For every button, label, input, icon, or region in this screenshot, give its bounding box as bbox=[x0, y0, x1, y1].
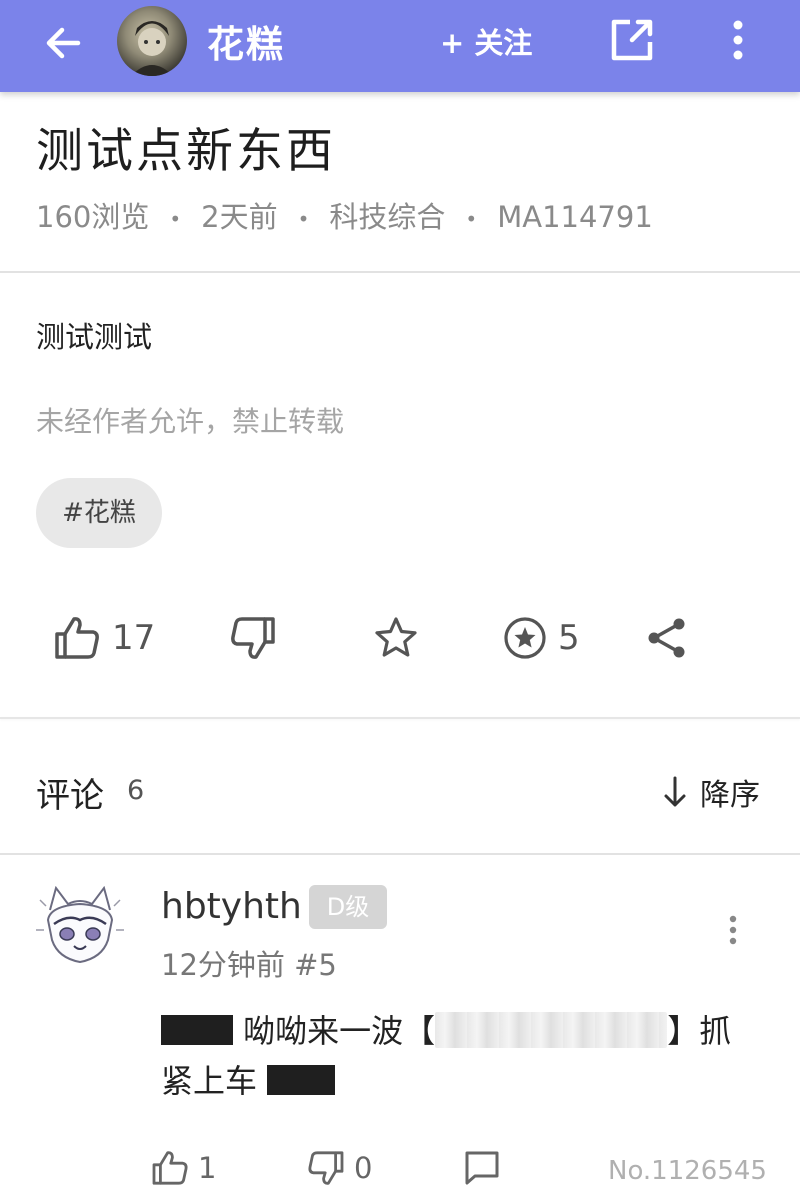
dislike-action[interactable] bbox=[228, 610, 278, 666]
follow-button[interactable]: + 关注 bbox=[440, 20, 532, 62]
comment-number: No.1126545 bbox=[608, 1156, 767, 1186]
view-count: 160浏览 bbox=[36, 200, 150, 234]
comment-dislike-count: 0 bbox=[354, 1151, 373, 1185]
comments-heading: 评论 bbox=[36, 776, 104, 816]
post-title: 测试点新东西 bbox=[36, 124, 336, 179]
star-outline-icon bbox=[375, 617, 417, 657]
favorite-action[interactable] bbox=[372, 610, 420, 666]
like-count: 17 bbox=[112, 618, 156, 658]
share-action[interactable] bbox=[644, 610, 690, 666]
coin-count: 5 bbox=[558, 618, 580, 658]
thumb-down-icon bbox=[308, 1151, 344, 1185]
meta-separator: • bbox=[297, 207, 310, 231]
comments-count: 6 bbox=[127, 775, 145, 806]
meta-separator: • bbox=[169, 207, 182, 231]
arrow-down-icon bbox=[664, 776, 686, 807]
comment-like-action[interactable]: 1 bbox=[150, 1148, 216, 1188]
section-divider bbox=[0, 717, 800, 719]
commenter-avatar[interactable] bbox=[28, 880, 132, 984]
sort-label: 降序 bbox=[700, 778, 760, 813]
star-circle-icon bbox=[504, 617, 546, 659]
author-avatar[interactable] bbox=[117, 6, 187, 76]
post-id: MA114791 bbox=[497, 200, 653, 234]
post-category[interactable]: 科技综合 bbox=[329, 200, 445, 234]
comment-like-count: 1 bbox=[198, 1151, 217, 1185]
author-name[interactable]: 花糕 bbox=[207, 14, 285, 68]
more-vert-icon[interactable] bbox=[718, 14, 758, 66]
blurred-content bbox=[435, 1012, 668, 1048]
top-app-bar: 花糕 + 关注 bbox=[0, 0, 800, 92]
thumb-up-icon bbox=[152, 1151, 188, 1185]
reply-action[interactable] bbox=[462, 1148, 502, 1188]
comment-more-icon[interactable] bbox=[720, 912, 746, 948]
like-action[interactable]: 17 bbox=[52, 610, 155, 666]
post-body: 测试测试 bbox=[36, 320, 153, 354]
censored-block bbox=[267, 1065, 336, 1095]
post-meta: 160浏览 • 2天前 • 科技综合 • MA114791 bbox=[36, 194, 653, 236]
comment-meta: 12分钟前 #5 bbox=[161, 948, 337, 982]
post-time: 2天前 bbox=[201, 200, 278, 234]
thumb-down-icon bbox=[231, 617, 275, 659]
censored-block bbox=[161, 1015, 233, 1045]
comment-dislike-action[interactable]: 0 bbox=[306, 1148, 372, 1188]
sort-button[interactable]: 降序 bbox=[662, 770, 760, 814]
meta-separator: • bbox=[465, 207, 478, 231]
commenter-name[interactable]: hbtyhth bbox=[161, 886, 302, 927]
divider bbox=[0, 853, 800, 855]
divider bbox=[0, 271, 800, 273]
thumb-up-icon bbox=[55, 617, 99, 659]
open-external-icon[interactable] bbox=[606, 14, 658, 66]
reply-comment-icon bbox=[465, 1151, 499, 1185]
comment-text: 呦呦来一波【 】抓紧上车 bbox=[161, 1006, 761, 1106]
coin-action[interactable]: 5 bbox=[502, 610, 580, 666]
back-arrow-icon[interactable] bbox=[38, 18, 88, 68]
post-tag[interactable]: #花糕 bbox=[36, 478, 162, 548]
copyright-notice: 未经作者允许，禁止转载 bbox=[36, 405, 345, 438]
share-icon bbox=[648, 618, 685, 658]
user-level-badge: D级 bbox=[309, 885, 387, 929]
comment-text-part: 呦呦来一波【 bbox=[233, 1012, 436, 1050]
